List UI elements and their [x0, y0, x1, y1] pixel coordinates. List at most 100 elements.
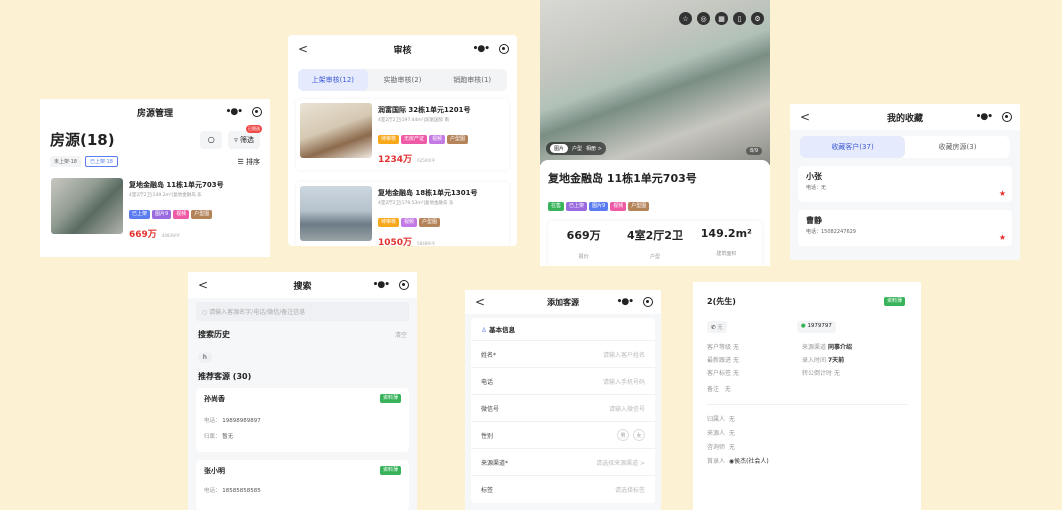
more-icon[interactable]: •●•: [226, 107, 243, 117]
search-input[interactable]: ○ 请输入客源名字/电话/微信/备注信息: [196, 302, 409, 321]
close-mini-icon[interactable]: [643, 297, 653, 307]
more-icon[interactable]: •●•: [373, 280, 390, 290]
client-name: 张小明: [204, 467, 225, 475]
field-label: 电话: [481, 378, 494, 386]
client-name: 小张: [806, 172, 822, 181]
phone-chip[interactable]: ✆ 无: [707, 321, 727, 333]
gender-female-option[interactable]: 女: [633, 429, 645, 441]
listing-thumbnail: [300, 103, 372, 158]
filter-badge: 已筛选: [246, 124, 262, 133]
tab-survey-review[interactable]: 实勘审核(2): [368, 69, 438, 91]
nav-bar: 房源管理 •●•: [40, 99, 270, 125]
filter-button[interactable]: ▿ 筛选 已筛选: [228, 124, 262, 149]
info-row: 来源人 无: [707, 430, 735, 437]
field-placeholder: 请选择标签: [614, 487, 645, 494]
back-icon[interactable]: <: [198, 278, 208, 292]
nav-title: 添加客源: [547, 297, 579, 307]
field-placeholder: 请输入微信号: [608, 405, 645, 413]
tab-layout[interactable]: 户型: [572, 145, 582, 152]
document-icon[interactable]: ▯: [733, 12, 746, 25]
status-badge: 资料薄: [379, 466, 401, 475]
client-card[interactable]: 张小明 资料薄 电话： 18585858585: [196, 460, 409, 510]
more-icon[interactable]: •●•: [473, 44, 490, 54]
tab-fav-clients[interactable]: 收藏客户(37): [800, 136, 905, 158]
status-badge: 已上架: [129, 210, 151, 219]
capsule[interactable]: •●•: [473, 44, 509, 54]
gender-male-option[interactable]: 男: [617, 429, 629, 441]
tab-fav-houses[interactable]: 收藏房源(3): [905, 136, 1010, 158]
history-title: 搜索历史: [198, 330, 230, 339]
sort-button[interactable]: ☰ 排序: [237, 157, 260, 167]
recommend-title: 推荐客源 (30): [198, 372, 252, 381]
nav-bar: < 添加客源 •●•: [465, 290, 661, 314]
item-title: 复地金融岛 18栋1单元1301号: [378, 189, 478, 197]
tag-badge: 图片9: [152, 210, 172, 219]
close-mini-icon[interactable]: [1002, 112, 1012, 122]
field-label: 姓名*: [481, 351, 497, 359]
tab-photos[interactable]: 图片: [550, 144, 569, 153]
gear-icon[interactable]: ⚙: [751, 12, 764, 25]
tab-shelf-review[interactable]: 上架审核(12): [298, 69, 368, 91]
qr-icon[interactable]: ▦: [715, 12, 728, 25]
client-detail-screen: 2(先生) 资料薄 ✆ 无 ● 1979797 客户等级 无 最新跟进 无 客户…: [693, 282, 921, 510]
star-icon[interactable]: ★: [999, 189, 1006, 198]
people-section: 归属人 无 来源人 无 咨询师 无 首录人 ◉侯杰(社会人): [693, 411, 921, 471]
back-icon[interactable]: <: [298, 42, 308, 56]
tag-field[interactable]: 标签 请选择标签: [471, 476, 655, 503]
list-item[interactable]: 复地金融岛 18栋1单元1301号 4室2厅2卫|179.53m²|复地金融岛 …: [296, 182, 509, 246]
name-field[interactable]: 姓名* 请输入客户姓名: [471, 341, 655, 368]
back-icon[interactable]: <: [475, 295, 485, 309]
status-badge: 资料薄: [883, 297, 905, 306]
item-title: 润富国际 32栋1单元1201号: [378, 106, 471, 114]
search-icon[interactable]: ○: [200, 130, 223, 149]
favorites-tabs: 收藏客户(37) 收藏房源(3): [800, 136, 1010, 158]
close-mini-icon[interactable]: [399, 280, 409, 290]
gender-field: 性别 男女: [471, 422, 655, 449]
client-phone: 电话：无: [806, 185, 827, 191]
wechat-icon: ●: [800, 323, 806, 329]
nav-title: 房源管理: [136, 108, 173, 119]
nav-title: 搜索: [293, 281, 312, 292]
history-chip[interactable]: h: [198, 352, 212, 363]
client-wechat: 1979797: [807, 323, 832, 329]
list-item[interactable]: 曹静 电话：15082247629 ★: [798, 210, 1012, 246]
tag-badge: 已上架: [566, 202, 588, 211]
nav-bar: < 我的收藏 •●•: [790, 104, 1020, 130]
info-row: 客户标签 无: [707, 370, 739, 377]
list-item[interactable]: 复地金融岛 11栋1单元703号 4室2厅2卫|149.2m²|复地金融岛 东 …: [48, 175, 262, 244]
capsule[interactable]: •●•: [373, 280, 409, 290]
source-field[interactable]: 来源渠道* 请选择来源渠道 >: [471, 449, 655, 476]
close-mini-icon[interactable]: [252, 107, 262, 117]
tab-on-shelf[interactable]: 已上架·18: [84, 156, 118, 167]
wechat-field[interactable]: 微信号 请输入微信号: [471, 395, 655, 422]
refresh-icon[interactable]: ◎: [697, 12, 710, 25]
client-phone: 无: [717, 325, 723, 331]
tag-badge: 视频: [610, 202, 627, 211]
list-item[interactable]: 小张 电话：无 ★: [798, 166, 1012, 202]
tab-album[interactable]: 相册 >: [586, 145, 602, 152]
info-row: 来源渠道 同事介绍: [802, 344, 852, 351]
tag-badge: 图片9: [589, 202, 609, 211]
capsule[interactable]: •●•: [617, 297, 653, 307]
phone-label: 电话：: [204, 418, 221, 424]
client-name: 孙尚香: [204, 395, 225, 403]
back-icon[interactable]: <: [800, 110, 810, 124]
add-client-screen: < 添加客源 •●• ♙ 基本信息 姓名* 请输入客户姓名 电话 请输入手机号码 微…: [465, 290, 661, 510]
search-screen: < 搜索 •●• ○ 请输入客源名字/电话/微信/备注信息 搜索历史 清空 h …: [188, 272, 417, 510]
close-mini-icon[interactable]: [499, 44, 509, 54]
capsule[interactable]: •●•: [976, 112, 1012, 122]
star-icon[interactable]: ★: [999, 233, 1006, 242]
review-tabs: 上架审核(12) 实勘审核(2) 销跑审核(1): [298, 69, 507, 91]
tab-sales-review[interactable]: 销跑审核(1): [437, 69, 507, 91]
wechat-chip[interactable]: ● 1979797: [796, 321, 836, 333]
phone-field[interactable]: 电话 请输入手机号码: [471, 368, 655, 395]
clear-history-button[interactable]: 清空: [395, 330, 407, 339]
client-card[interactable]: 孙尚香 资料薄 电话： 19898989897 归属： 暂无: [196, 388, 409, 452]
list-item[interactable]: 润富国际 32栋1单元1201号 4室2厅2卫|197.44m²|润富国际 南 …: [296, 99, 509, 170]
more-icon[interactable]: •●•: [617, 297, 634, 307]
more-icon[interactable]: •●•: [976, 112, 993, 122]
star-icon[interactable]: ☆: [679, 12, 692, 25]
field-placeholder: 请输入客户姓名: [602, 351, 645, 359]
tab-off-shelf[interactable]: 未上架·18: [50, 156, 81, 167]
capsule[interactable]: •●•: [226, 107, 262, 117]
